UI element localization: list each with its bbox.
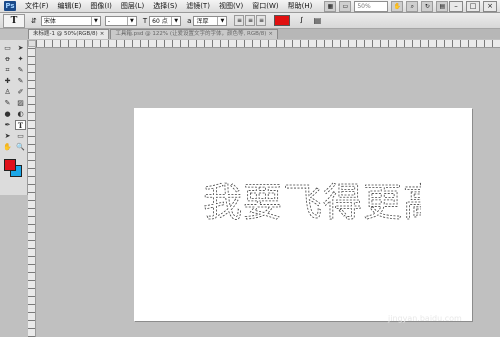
- zoom-tool-icon[interactable]: 🔍: [15, 142, 26, 152]
- foreground-color-swatch[interactable]: [4, 159, 16, 171]
- restore-button[interactable]: □: [466, 0, 480, 12]
- selection-outline: 我要飞得更高: [203, 181, 421, 226]
- crop-tool-icon[interactable]: ⌗: [2, 65, 13, 75]
- grid-icon[interactable]: ▤: [436, 0, 449, 12]
- tab-label: 工具箱.psd @ 122% (让爱设置文字的字体，颜色等, RGB/8): [115, 31, 267, 37]
- eyedropper-tool-icon[interactable]: ✎: [15, 65, 26, 75]
- text-orientation-icon[interactable]: ⇵: [31, 17, 37, 25]
- warp-text-icon[interactable]: ꭍ: [296, 16, 306, 26]
- dodge-tool-icon[interactable]: ◐: [15, 109, 26, 119]
- menu-view[interactable]: 视图(V): [216, 1, 246, 11]
- antialias-icon: a: [187, 16, 192, 25]
- menu-filter[interactable]: 滤镜(T): [183, 1, 213, 11]
- history-brush-tool-icon[interactable]: ✐: [15, 87, 26, 97]
- ruler-origin[interactable]: [28, 40, 36, 47]
- brush-tool-icon[interactable]: ✎: [15, 76, 26, 86]
- menu-file[interactable]: 文件(F): [22, 1, 52, 11]
- character-panel-icon[interactable]: ▤: [312, 16, 322, 26]
- text-selection-marquee: 我要飞得更高: [201, 176, 421, 226]
- color-swatches: [4, 159, 26, 181]
- layout-icon[interactable]: ▦: [324, 0, 337, 12]
- close-icon[interactable]: ×: [100, 31, 105, 37]
- blur-tool-icon[interactable]: ●: [2, 109, 13, 119]
- antialias-select[interactable]: 浑厚 ▼: [193, 15, 228, 26]
- menu-edit[interactable]: 编辑(E): [55, 1, 85, 11]
- align-right-icon[interactable]: ≡: [256, 15, 267, 26]
- menu-window[interactable]: 窗口(W): [249, 1, 281, 11]
- text-color-swatch[interactable]: [274, 15, 291, 26]
- minimize-button[interactable]: –: [449, 0, 463, 12]
- screen-mode-icon[interactable]: ▭: [339, 0, 352, 12]
- font-size-icon: T: [142, 16, 148, 25]
- menu-layer[interactable]: 图层(L): [118, 1, 147, 11]
- menu-select[interactable]: 选择(S): [150, 1, 180, 11]
- menu-image[interactable]: 图像(I): [87, 1, 115, 11]
- align-center-icon[interactable]: ≡: [245, 15, 256, 26]
- type-tool-icon[interactable]: T: [15, 120, 26, 130]
- font-style-value: -: [107, 17, 111, 25]
- tab-toolbox-psd[interactable]: 工具箱.psd @ 122% (让爱设置文字的字体，颜色等, RGB/8) ×: [110, 29, 279, 39]
- healing-brush-tool-icon[interactable]: ✚: [2, 76, 13, 86]
- chevron-down-icon: ▼: [90, 16, 100, 25]
- gradient-tool-icon[interactable]: ▨: [15, 98, 26, 108]
- marquee-tool-icon[interactable]: ▭: [2, 43, 13, 53]
- move-tool-icon[interactable]: ➤: [15, 43, 26, 53]
- path-selection-tool-icon[interactable]: ➤: [2, 131, 13, 141]
- lasso-tool-icon[interactable]: ꝋ: [2, 54, 13, 64]
- font-size-value: 60 点: [152, 17, 168, 25]
- close-button[interactable]: ×: [483, 0, 497, 12]
- tab-label: 未标题-1 @ 50%(RGB/8): [33, 31, 98, 37]
- horizontal-ruler[interactable]: [36, 40, 500, 48]
- menu-help[interactable]: 帮助(H): [285, 1, 316, 11]
- antialias-value: 浑厚: [196, 17, 209, 25]
- options-bar: T ⇵ 宋体 ▼ - ▼ T 60 点 ▼ a 浑厚 ▼ ≡ ≡ ≡ ꭍ ▤: [0, 13, 500, 29]
- document-tabs: 未标题-1 @ 50%(RGB/8) × 工具箱.psd @ 122% (让爱设置…: [28, 29, 500, 39]
- font-family-select[interactable]: 宋体 ▼: [40, 15, 101, 26]
- font-size-select[interactable]: 60 点 ▼: [149, 15, 182, 26]
- close-icon[interactable]: ×: [268, 31, 273, 37]
- watermark: jingyan.baidu.com: [388, 314, 462, 323]
- hand-tool-icon[interactable]: ✋: [2, 142, 13, 152]
- align-left-icon[interactable]: ≡: [234, 15, 245, 26]
- chevron-down-icon: ▼: [171, 16, 180, 25]
- shape-tool-icon[interactable]: ▭: [15, 131, 26, 141]
- menu-bar: Ps 文件(F) 编辑(E) 图像(I) 图层(L) 选择(S) 滤镜(T) 视…: [0, 0, 500, 13]
- clone-stamp-tool-icon[interactable]: ♙: [2, 87, 13, 97]
- chevron-down-icon: ▼: [126, 16, 136, 25]
- tab-untitled-1[interactable]: 未标题-1 @ 50%(RGB/8) ×: [28, 29, 110, 39]
- pen-tool-icon[interactable]: ✒: [2, 120, 13, 130]
- chevron-down-icon: ▼: [217, 16, 226, 25]
- rotate-icon[interactable]: ↻: [421, 0, 434, 12]
- magic-wand-tool-icon[interactable]: ✦: [15, 54, 26, 64]
- toolbox: ▭ ➤ ꝋ ✦ ⌗ ✎ ✚ ✎ ♙ ✐ ✎ ▨ ● ◐ ✒ T ➤ ▭ ✋ 🔍: [0, 40, 28, 195]
- font-style-select[interactable]: - ▼: [104, 15, 137, 26]
- photoshop-logo: Ps: [4, 1, 16, 11]
- eraser-tool-icon[interactable]: ✎: [2, 98, 13, 108]
- zoom-icon[interactable]: ⌕: [406, 0, 419, 12]
- zoom-level-field[interactable]: 50%: [354, 0, 389, 12]
- font-family-value: 宋体: [43, 17, 56, 25]
- text-tool-preset[interactable]: T: [3, 13, 25, 28]
- selection-text-outline: 我要飞得更高: [203, 181, 421, 226]
- vertical-ruler[interactable]: [28, 47, 36, 337]
- hand-icon[interactable]: ✋: [391, 0, 404, 12]
